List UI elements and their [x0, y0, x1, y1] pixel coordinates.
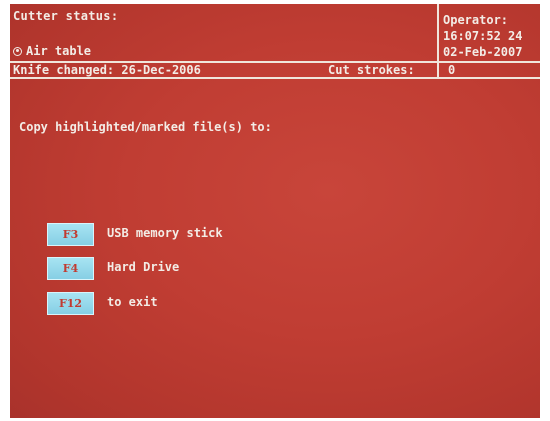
exit-label: to exit [107, 295, 158, 309]
clock-time: 16:07:52 24 [443, 29, 523, 43]
hard-drive-label: Hard Drive [107, 260, 180, 274]
knife-changed-status: Knife changed: 26-Dec-2006 [13, 63, 201, 77]
operator-label: Operator: [443, 13, 509, 27]
f3-key-button[interactable]: F3 [47, 223, 94, 246]
cutter-status-title: Cutter status: [13, 9, 119, 23]
f4-key-button[interactable]: F4 [47, 257, 94, 280]
status-divider-line [10, 77, 540, 79]
status-panel: Cutter status: Air table [10, 4, 439, 61]
air-table-label: Air table [26, 44, 92, 58]
air-table-status: Air table [13, 44, 91, 58]
cut-strokes-label: Cut strokes: [328, 63, 415, 77]
operator-panel: Operator: 16:07:52 24 02-Feb-2007 [441, 4, 540, 61]
cut-strokes-value: 0 [448, 63, 456, 77]
cutter-screen: Cutter status: Air table Operator: 16:07… [10, 4, 540, 418]
f12-key-button[interactable]: F12 [47, 292, 94, 315]
usb-memory-stick-label: USB memory stick [107, 226, 223, 240]
status-divider [437, 63, 439, 77]
clock-date: 02-Feb-2007 [443, 45, 523, 59]
copy-prompt: Copy highlighted/marked file(s) to: [19, 120, 272, 134]
radio-button-icon [13, 46, 22, 56]
